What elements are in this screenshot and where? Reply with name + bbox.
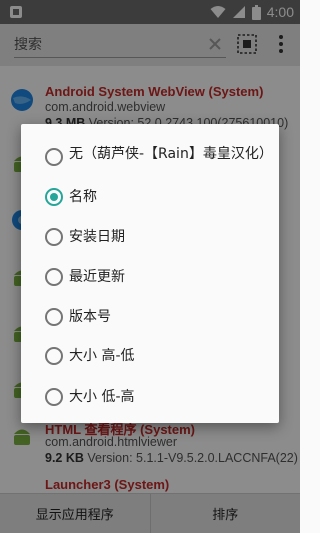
radio-button[interactable] <box>45 347 63 365</box>
option-label: 最近更新 <box>69 269 125 285</box>
option-label: 名称 <box>69 189 97 205</box>
option-label: 无（葫芦侠-【Rain】毒皇汉化） <box>69 146 273 162</box>
sort-option-last-updated[interactable]: 最近更新 <box>21 268 279 300</box>
option-label: 大小 低-高 <box>69 389 135 405</box>
radio-button[interactable] <box>45 148 63 166</box>
option-label: 安装日期 <box>69 229 125 245</box>
option-label: 版本号 <box>69 309 111 325</box>
radio-button[interactable] <box>45 308 63 326</box>
sort-option-none[interactable]: 无（葫芦侠-【Rain】毒皇汉化） <box>21 142 279 182</box>
sort-dialog: 无（葫芦侠-【Rain】毒皇汉化） 名称 安装日期 最近更新 版本号 大小 高-… <box>21 124 279 423</box>
sort-option-name[interactable]: 名称 <box>21 188 279 220</box>
sort-option-size-desc[interactable]: 大小 高-低 <box>21 347 279 379</box>
option-label: 大小 高-低 <box>69 348 135 364</box>
sort-option-version[interactable]: 版本号 <box>21 308 279 340</box>
radio-button-selected[interactable] <box>45 188 63 206</box>
radio-button[interactable] <box>45 388 63 406</box>
radio-button[interactable] <box>45 228 63 246</box>
sort-option-install-date[interactable]: 安装日期 <box>21 228 279 260</box>
sort-option-size-asc[interactable]: 大小 低-高 <box>21 388 279 420</box>
radio-button[interactable] <box>45 268 63 286</box>
